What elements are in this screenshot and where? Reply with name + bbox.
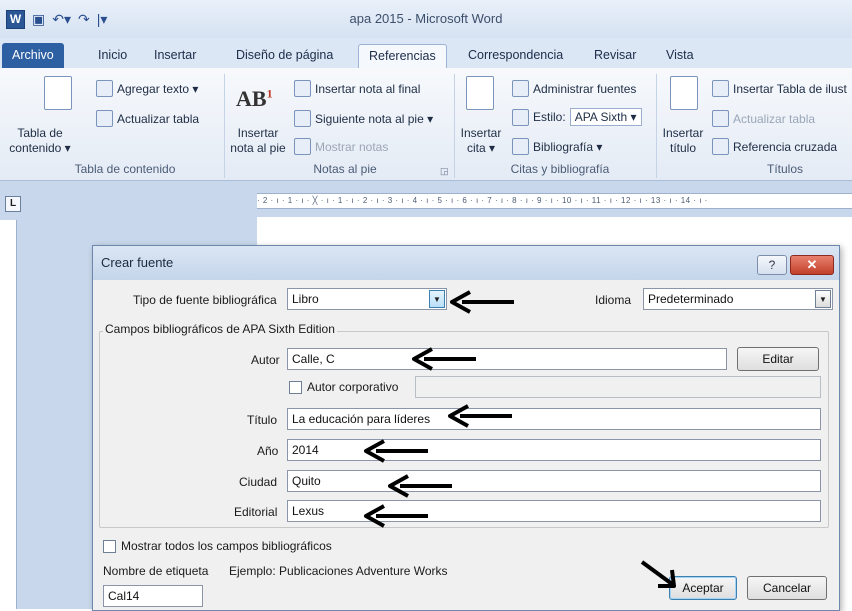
endnote-icon — [294, 80, 311, 97]
ribbon-tabs: Archivo Inicio Insertar Diseño de página… — [0, 38, 852, 70]
add-text-button[interactable]: Agregar texto ▾ — [96, 80, 198, 97]
year-label: Año — [257, 444, 279, 458]
next-footnote-button[interactable]: Siguiente nota al pie ▾ — [294, 110, 433, 127]
ribbon: Tabla de contenido ▾ Agregar texto ▾ Act… — [0, 68, 852, 181]
show-notes-icon — [294, 138, 311, 155]
vertical-ruler[interactable] — [0, 220, 17, 609]
show-all-fields-label: Mostrar todos los campos bibliográficos — [121, 539, 332, 553]
annotation-arrow-left-icon — [362, 503, 430, 529]
author-label: Autor — [251, 353, 280, 367]
chevron-down-icon[interactable]: ▼ — [429, 290, 445, 308]
group-label-captions: Títulos — [766, 162, 803, 176]
show-notes-button[interactable]: Mostrar notas — [294, 138, 388, 155]
language-select[interactable]: Predeterminado ▼ — [643, 288, 833, 310]
tab-vista[interactable]: Vista — [656, 44, 704, 68]
corporate-author-label: Autor corporativo — [307, 380, 399, 394]
group-label-footnotes: Notas al pie — [313, 162, 377, 176]
update-table-icon — [96, 110, 113, 127]
insert-citation-button[interactable]: Insertar cita ▾ — [456, 126, 506, 156]
ribbon-separator — [224, 74, 225, 178]
tab-correspondencia[interactable]: Correspondencia — [458, 44, 573, 68]
author-input[interactable]: Calle, C — [287, 348, 727, 370]
style-combo[interactable]: APA Sixth ▾ — [569, 108, 642, 126]
tab-insertar[interactable]: Insertar — [144, 44, 206, 68]
help-button[interactable]: ? — [757, 255, 787, 275]
window-title: apa 2015 - Microsoft Word — [349, 11, 503, 26]
tab-archivo[interactable]: Archivo — [2, 43, 64, 68]
cross-reference-icon — [712, 138, 729, 155]
group-label-citations: Citas y bibliografía — [510, 162, 610, 176]
update-figures-icon — [712, 110, 729, 127]
table-of-contents-icon[interactable] — [44, 76, 72, 110]
bibliography-button[interactable]: Bibliografía ▾ — [512, 138, 602, 155]
annotation-arrow-down-right-icon — [638, 558, 682, 588]
insert-citation-icon[interactable] — [466, 76, 494, 110]
update-toc-button[interactable]: Actualizar tabla — [96, 110, 199, 127]
annotation-arrow-left-icon — [386, 473, 454, 499]
annotation-arrow-left-icon — [362, 438, 430, 464]
table-of-figures-icon — [712, 80, 729, 97]
tag-name-input[interactable]: Cal14 — [103, 585, 203, 607]
corporate-author-input[interactable] — [415, 376, 821, 398]
title-input[interactable]: La educación para líderes — [287, 408, 821, 430]
ribbon-separator — [656, 74, 657, 178]
update-figures-table-button[interactable]: Actualizar tabla — [712, 110, 815, 127]
edit-button[interactable]: Editar — [737, 347, 819, 371]
manage-sources-button[interactable]: Administrar fuentes — [512, 80, 636, 97]
chevron-down-icon[interactable]: ▼ — [815, 290, 831, 308]
insert-caption-button[interactable]: Insertar título — [658, 126, 708, 156]
annotation-arrow-left-icon — [446, 403, 514, 429]
annotation-arrow-left-icon — [410, 346, 478, 372]
group-label-toc: Tabla de contenido — [74, 162, 176, 176]
annotation-arrow-left-icon — [448, 289, 516, 315]
tag-example-text: Ejemplo: Publicaciones Adventure Works — [229, 564, 448, 578]
corporate-author-checkbox[interactable] — [289, 381, 302, 394]
tab-revisar[interactable]: Revisar — [584, 44, 646, 68]
insert-endnote-button[interactable]: Insertar nota al final — [294, 80, 420, 97]
cancel-button[interactable]: Cancelar — [747, 576, 827, 600]
close-button[interactable]: ✕ — [790, 255, 834, 275]
horizontal-ruler[interactable]: · 2 · ı · 1 · ı · ╳ · ı · 1 · ı · 2 · ı … — [257, 193, 852, 209]
title-label: Título — [247, 413, 278, 427]
tag-name-label: Nombre de etiqueta — [103, 564, 209, 578]
cross-reference-button[interactable]: Referencia cruzada — [712, 138, 837, 155]
ribbon-separator — [454, 74, 455, 178]
style-icon — [512, 108, 529, 126]
show-all-fields-checkbox[interactable] — [103, 540, 116, 553]
insert-footnote-button[interactable]: Insertar nota al pie — [226, 126, 290, 156]
language-label: Idioma — [595, 293, 632, 307]
publisher-label: Editorial — [234, 505, 278, 519]
bibliography-icon — [512, 138, 529, 155]
style-selector[interactable]: Estilo: APA Sixth ▾ — [512, 108, 642, 126]
source-type-select[interactable]: Libro ▼ — [287, 288, 447, 310]
city-input[interactable]: Quito — [287, 470, 821, 492]
insert-table-of-figures-button[interactable]: Insertar Tabla de ilust — [712, 80, 847, 97]
dialog-title-bar — [93, 246, 839, 280]
tab-diseno-de-pagina[interactable]: Diseño de página — [226, 44, 343, 68]
next-footnote-icon — [294, 110, 311, 127]
footnote-dialog-launcher-icon[interactable]: ◲ — [440, 166, 449, 177]
fields-group-label: Campos bibliográficos de APA Sixth Editi… — [103, 322, 337, 336]
toc-button[interactable]: Tabla de contenido ▾ — [0, 126, 80, 156]
source-type-label: Tipo de fuente bibliográfica — [133, 293, 277, 307]
insert-footnote-icon[interactable]: AB1 — [236, 86, 273, 112]
dialog-title: Crear fuente — [101, 255, 174, 270]
tab-inicio[interactable]: Inicio — [88, 44, 137, 68]
city-label: Ciudad — [239, 475, 278, 489]
insert-caption-icon[interactable] — [670, 76, 698, 110]
manage-sources-icon — [512, 80, 529, 97]
add-text-icon — [96, 80, 113, 97]
tab-referencias[interactable]: Referencias — [358, 44, 447, 70]
tab-selector-icon[interactable]: L — [5, 196, 21, 212]
